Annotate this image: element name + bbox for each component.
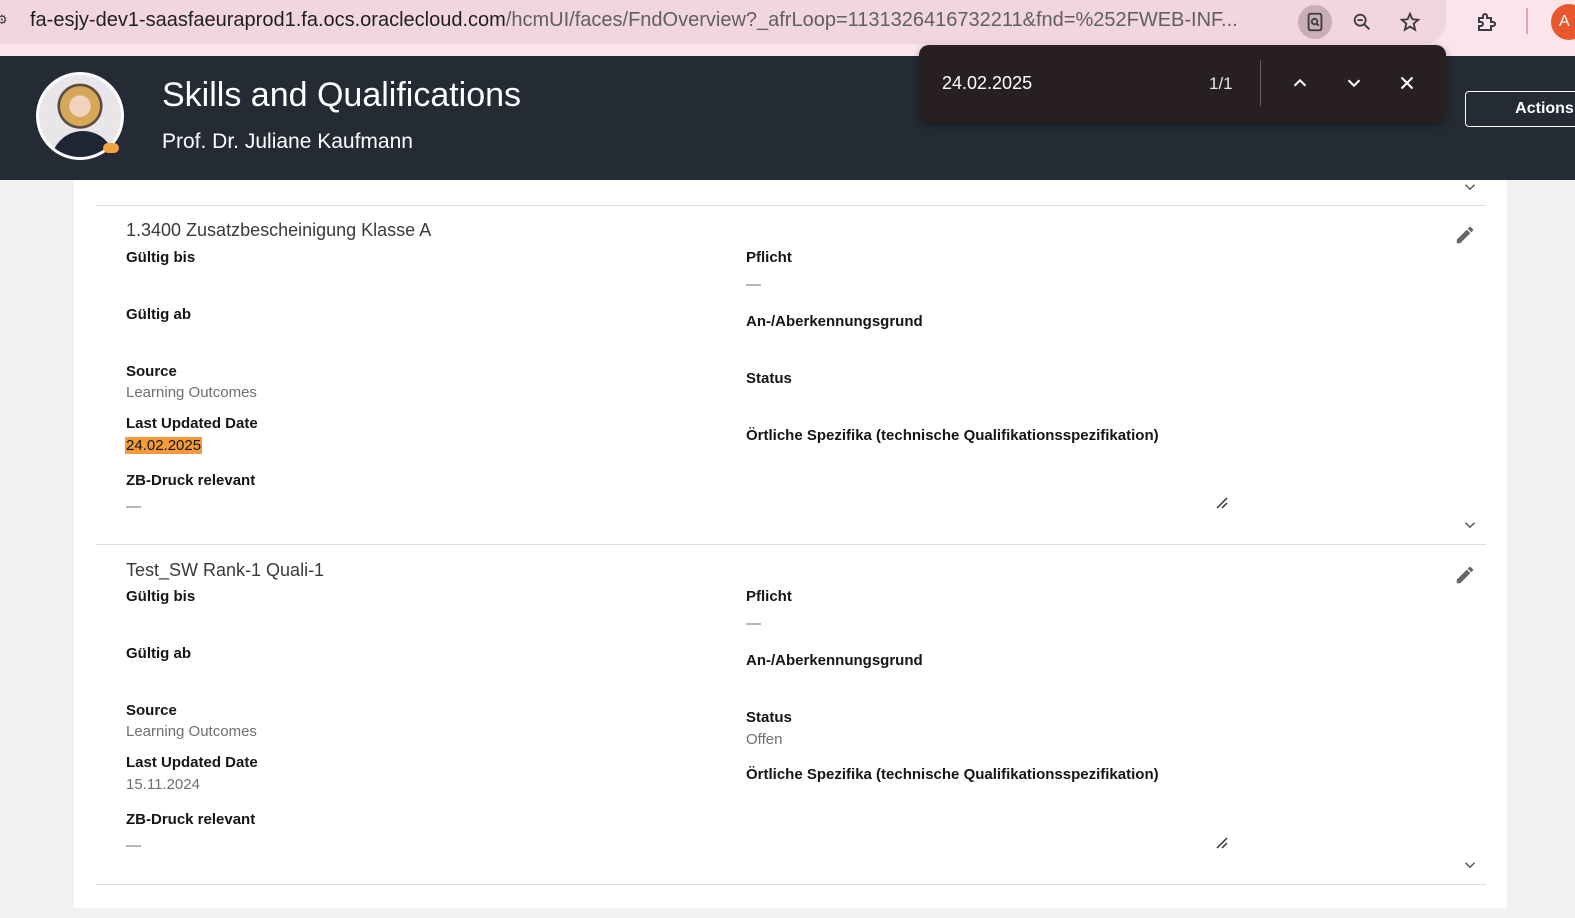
- textarea-resize-handle-icon[interactable]: [1214, 834, 1230, 850]
- extensions-puzzle-icon[interactable]: [1470, 5, 1504, 39]
- find-separator: [1260, 60, 1261, 106]
- pflicht-value: —: [746, 615, 761, 632]
- textarea-resize-handle-icon[interactable]: [1214, 494, 1230, 510]
- gueltig-bis-label: Gültig bis: [126, 588, 196, 605]
- site-info-icon[interactable]: ⚙: [0, 13, 10, 27]
- qualification-title: 1.3400 Zusatzbescheinigung Klasse A: [126, 220, 432, 240]
- spezifika-label: Örtliche Spezifika (technische Qualifika…: [746, 427, 1159, 444]
- find-match-count: 1/1: [1209, 74, 1233, 93]
- source-label: Source: [126, 363, 177, 380]
- qualifications-panel: 1.3400 Zusatzbescheinigung Klasse A Gült…: [74, 180, 1507, 908]
- pflicht-value: —: [746, 276, 761, 293]
- pflicht-label: Pflicht: [746, 249, 792, 266]
- toolbar-separator: [1526, 8, 1528, 34]
- divider: [96, 544, 1486, 545]
- find-in-page-icon[interactable]: [1298, 5, 1332, 39]
- gueltig-bis-label: Gültig bis: [126, 249, 196, 266]
- status-label: Status: [746, 370, 792, 387]
- status-value: Offen: [746, 731, 783, 748]
- close-icon[interactable]: [1393, 69, 1421, 97]
- gueltig-ab-label: Gültig ab: [126, 306, 191, 323]
- url-host: fa-esjy-dev1-saasfaeuraprod1.fa.ocs.orac…: [30, 9, 506, 31]
- source-label: Source: [126, 702, 177, 719]
- qualification-title: Test_SW Rank-1 Quali-1: [126, 560, 325, 580]
- actions-button[interactable]: Actions: [1465, 91, 1575, 127]
- chevron-down-icon[interactable]: [1461, 516, 1479, 539]
- last-updated-value: 15.11.2024: [126, 776, 200, 793]
- expand-chevron-icon[interactable]: [1461, 178, 1479, 201]
- grund-label: An-/Aberkennungsgrund: [746, 652, 923, 669]
- zb-druck-label: ZB-Druck relevant: [126, 472, 256, 489]
- chevron-up-icon[interactable]: [1286, 69, 1314, 97]
- find-bar: 24.02.2025 1/1: [919, 45, 1446, 122]
- zb-druck-value: —: [126, 498, 141, 515]
- qualification-card: 1.3400 Zusatzbescheinigung Klasse A Gült…: [96, 206, 1486, 544]
- last-updated-label: Last Updated Date: [126, 754, 258, 771]
- source-value: Learning Outcomes: [126, 723, 257, 740]
- status-badge: [103, 143, 119, 153]
- find-input[interactable]: 24.02.2025: [942, 73, 1032, 94]
- spezifika-label: Örtliche Spezifika (technische Qualifika…: [746, 766, 1159, 783]
- gueltig-ab-label: Gültig ab: [126, 645, 191, 662]
- pencil-edit-icon[interactable]: [1454, 564, 1476, 586]
- person-name: Prof. Dr. Juliane Kaufmann: [162, 130, 413, 153]
- page-title: Skills and Qualifications: [162, 76, 522, 114]
- source-value: Learning Outcomes: [126, 384, 257, 401]
- bookmark-star-icon[interactable]: [1393, 5, 1427, 39]
- zb-druck-label: ZB-Druck relevant: [126, 811, 256, 828]
- last-updated-label: Last Updated Date: [126, 415, 258, 432]
- pencil-edit-icon[interactable]: [1454, 224, 1476, 246]
- pflicht-label: Pflicht: [746, 588, 792, 605]
- profile-avatar[interactable]: A: [1551, 4, 1575, 40]
- last-updated-value: 24.02.2025: [125, 437, 203, 454]
- url-text[interactable]: fa-esjy-dev1-saasfaeuraprod1.fa.ocs.orac…: [30, 9, 1275, 32]
- zb-druck-value: —: [126, 837, 141, 854]
- zoom-icon[interactable]: [1345, 5, 1379, 39]
- divider: [96, 884, 1486, 885]
- chevron-down-icon[interactable]: [1340, 69, 1368, 97]
- qualification-card: Test_SW Rank-1 Quali-1 Gültig bis Gültig…: [96, 546, 1486, 884]
- status-label: Status: [746, 709, 792, 726]
- url-path: /hcmUI/faces/FndOverview?_afrLoop=113132…: [505, 9, 1238, 31]
- chevron-down-icon[interactable]: [1461, 856, 1479, 879]
- grund-label: An-/Aberkennungsgrund: [746, 313, 923, 330]
